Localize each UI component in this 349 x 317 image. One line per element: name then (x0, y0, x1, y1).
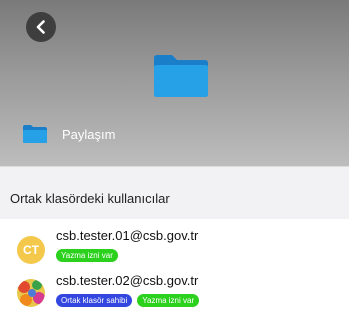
avatar-initials: CT (23, 243, 39, 257)
user-email: csb.tester.01@csb.gov.tr (56, 228, 199, 243)
chevron-left-icon (36, 20, 45, 34)
badge-group: Yazma izni var (56, 249, 118, 262)
status-badge-write: Yazma izni var (56, 249, 118, 262)
folder-title-row: Paylaşım (22, 124, 115, 144)
status-badge-write: Yazma izni var (137, 294, 200, 307)
folder-icon (154, 55, 208, 97)
user-row[interactable]: CT csb.tester.01@csb.gov.tr Yazma izni v… (0, 226, 349, 272)
folder-header: Paylaşım (0, 0, 349, 166)
folder-name: Paylaşım (62, 126, 116, 142)
badge-group: Ortak klasör sahibi Yazma izni var (56, 294, 200, 307)
avatar-image (17, 279, 45, 307)
status-badge-owner: Ortak klasör sahibi (56, 294, 133, 307)
user-row[interactable]: csb.tester.02@csb.gov.tr Ortak klasör sa… (0, 271, 349, 317)
back-button[interactable] (26, 12, 56, 42)
section-header: Ortak klasördeki kullanıcılar (0, 166, 349, 219)
avatar (17, 279, 45, 307)
avatar: CT (17, 236, 45, 264)
user-email: csb.tester.02@csb.gov.tr (56, 273, 199, 288)
folder-small-icon (23, 125, 47, 143)
section-title: Ortak klasördeki kullanıcılar (10, 191, 170, 206)
